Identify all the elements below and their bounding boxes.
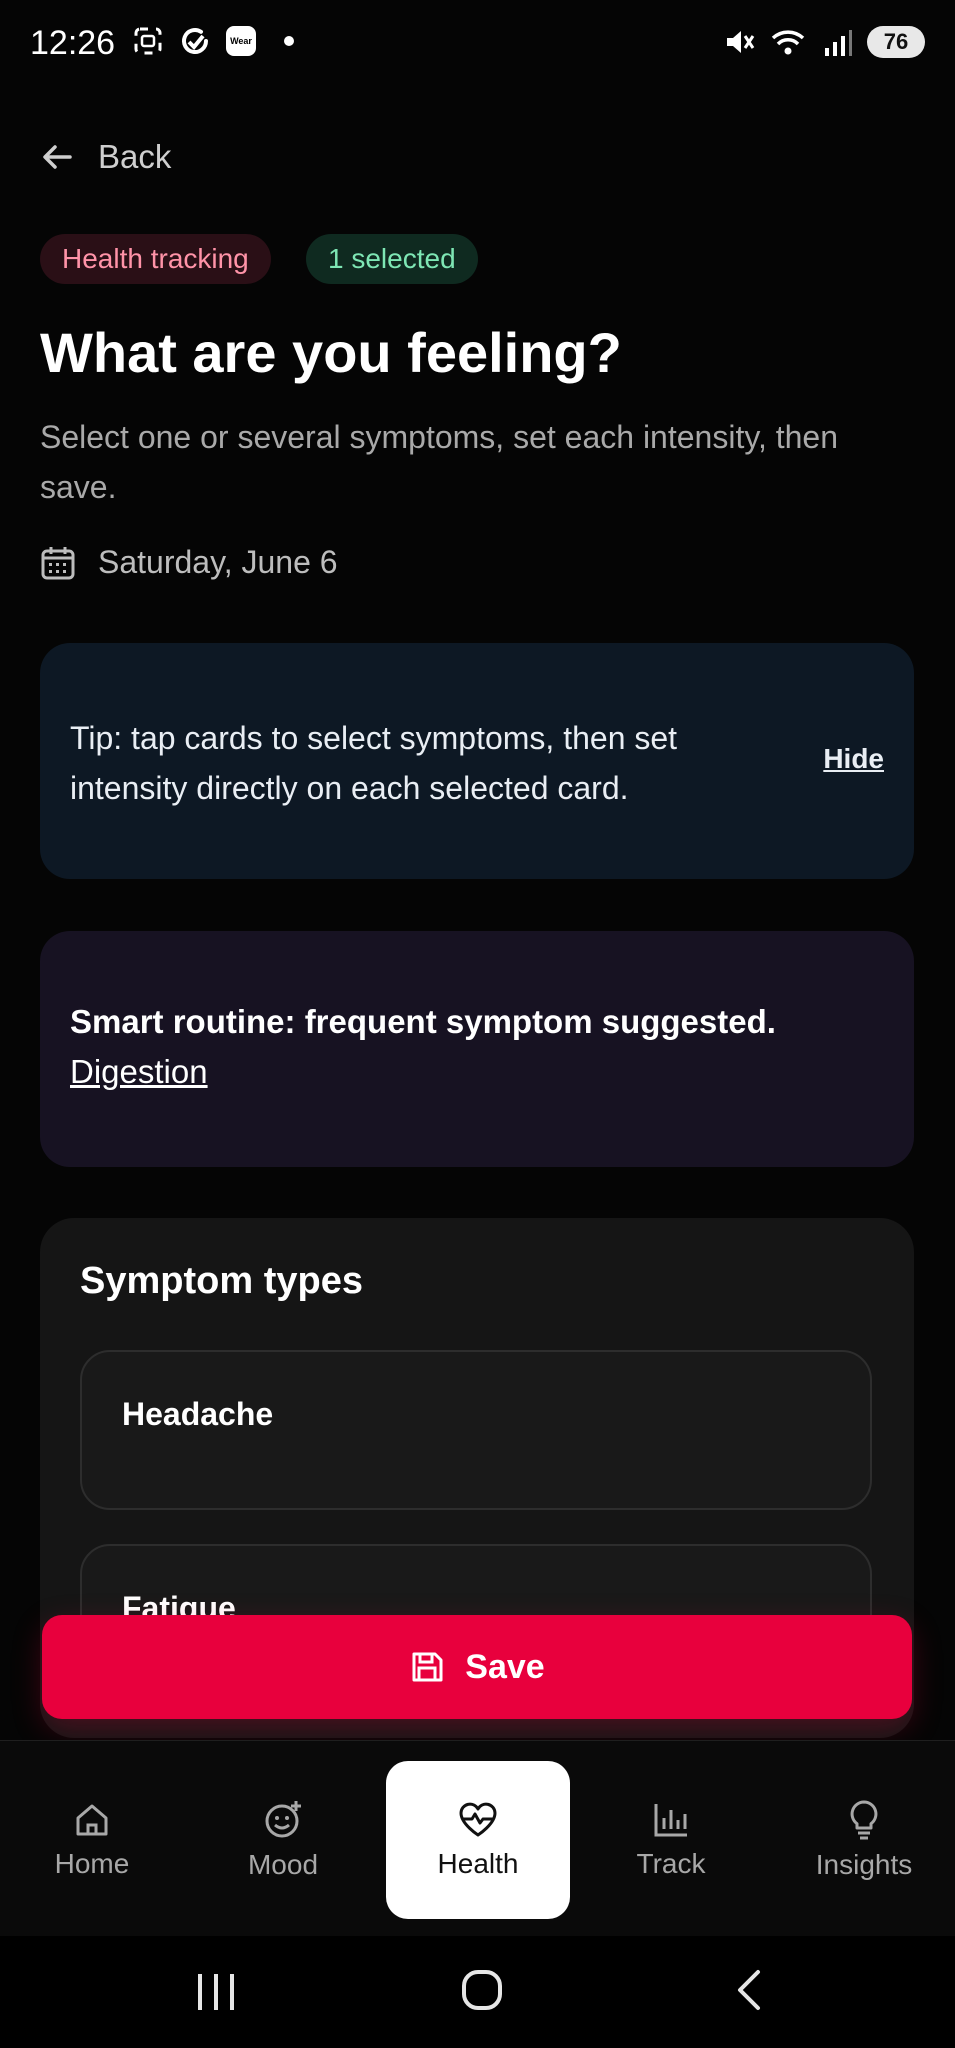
bottom-nav: Home Mood Health Track Insights (0, 1740, 955, 1937)
symptom-name: Headache (122, 1396, 274, 1432)
nav-label: Home (54, 1848, 130, 1879)
bar-chart-icon (654, 1804, 687, 1837)
status-bar: 12:26 Wear 76 (0, 0, 955, 90)
mute-icon (727, 31, 755, 53)
page-subtitle: Select one or several symptoms, set each… (40, 419, 839, 505)
screenshot-icon (134, 27, 162, 55)
save-icon (412, 1652, 443, 1682)
date-label: Saturday, June 6 (98, 544, 338, 580)
nav-track[interactable]: Track (579, 1761, 763, 1919)
tip-text: Tip: tap cards to select symptoms, then … (70, 720, 678, 806)
back-label: Back (98, 138, 172, 175)
lightbulb-icon (850, 1800, 878, 1840)
system-nav-bar (0, 1936, 955, 2048)
save-label: Save (465, 1647, 545, 1686)
symptom-types-heading: Symptom types (80, 1260, 363, 1302)
page-title: What are you feeling? (40, 321, 622, 384)
nav-label: Track (636, 1848, 706, 1879)
nav-label: Health (437, 1848, 519, 1879)
date-row: Saturday, June 6 (40, 544, 338, 581)
mood-icon (265, 1801, 301, 1838)
notification-dot-icon (284, 36, 294, 46)
home-system-icon[interactable] (458, 1966, 506, 2014)
heart-pulse-icon (459, 1802, 497, 1837)
nav-label: Mood (247, 1849, 319, 1880)
symptom-card-headache[interactable]: Headache (80, 1350, 872, 1510)
battery-icon: 76 (867, 26, 925, 58)
calendar-icon (41, 546, 75, 579)
save-button[interactable]: Save (42, 1615, 912, 1719)
status-time: 12:26 (30, 24, 116, 62)
home-icon (76, 1804, 108, 1836)
back-system-icon[interactable] (730, 1968, 770, 2012)
wear-icon: Wear (226, 26, 256, 56)
nav-mood[interactable]: Mood (191, 1761, 375, 1919)
recent-apps-icon[interactable] (194, 1970, 238, 2014)
category-badge: Health tracking (40, 234, 271, 284)
arrow-left-icon (43, 145, 72, 169)
nav-home[interactable]: Home (0, 1761, 184, 1919)
back-button[interactable]: Back (40, 138, 171, 176)
nav-health[interactable]: Health (386, 1761, 570, 1919)
nav-label: Insights (815, 1849, 913, 1880)
nav-insights[interactable]: Insights (772, 1761, 955, 1919)
smart-routine-text: Smart routine: frequent symptom suggeste… (70, 1003, 776, 1040)
suggested-symptom-link[interactable]: Digestion (70, 1053, 208, 1091)
wifi-icon (771, 30, 805, 55)
selected-count-badge: 1 selected (306, 234, 478, 284)
tip-card: Tip: tap cards to select symptoms, then … (40, 643, 914, 879)
signal-icon (825, 30, 852, 56)
smart-routine-card: Smart routine: frequent symptom suggeste… (40, 931, 914, 1167)
hide-tip-button[interactable]: Hide (823, 743, 884, 775)
sync-icon (182, 28, 208, 54)
